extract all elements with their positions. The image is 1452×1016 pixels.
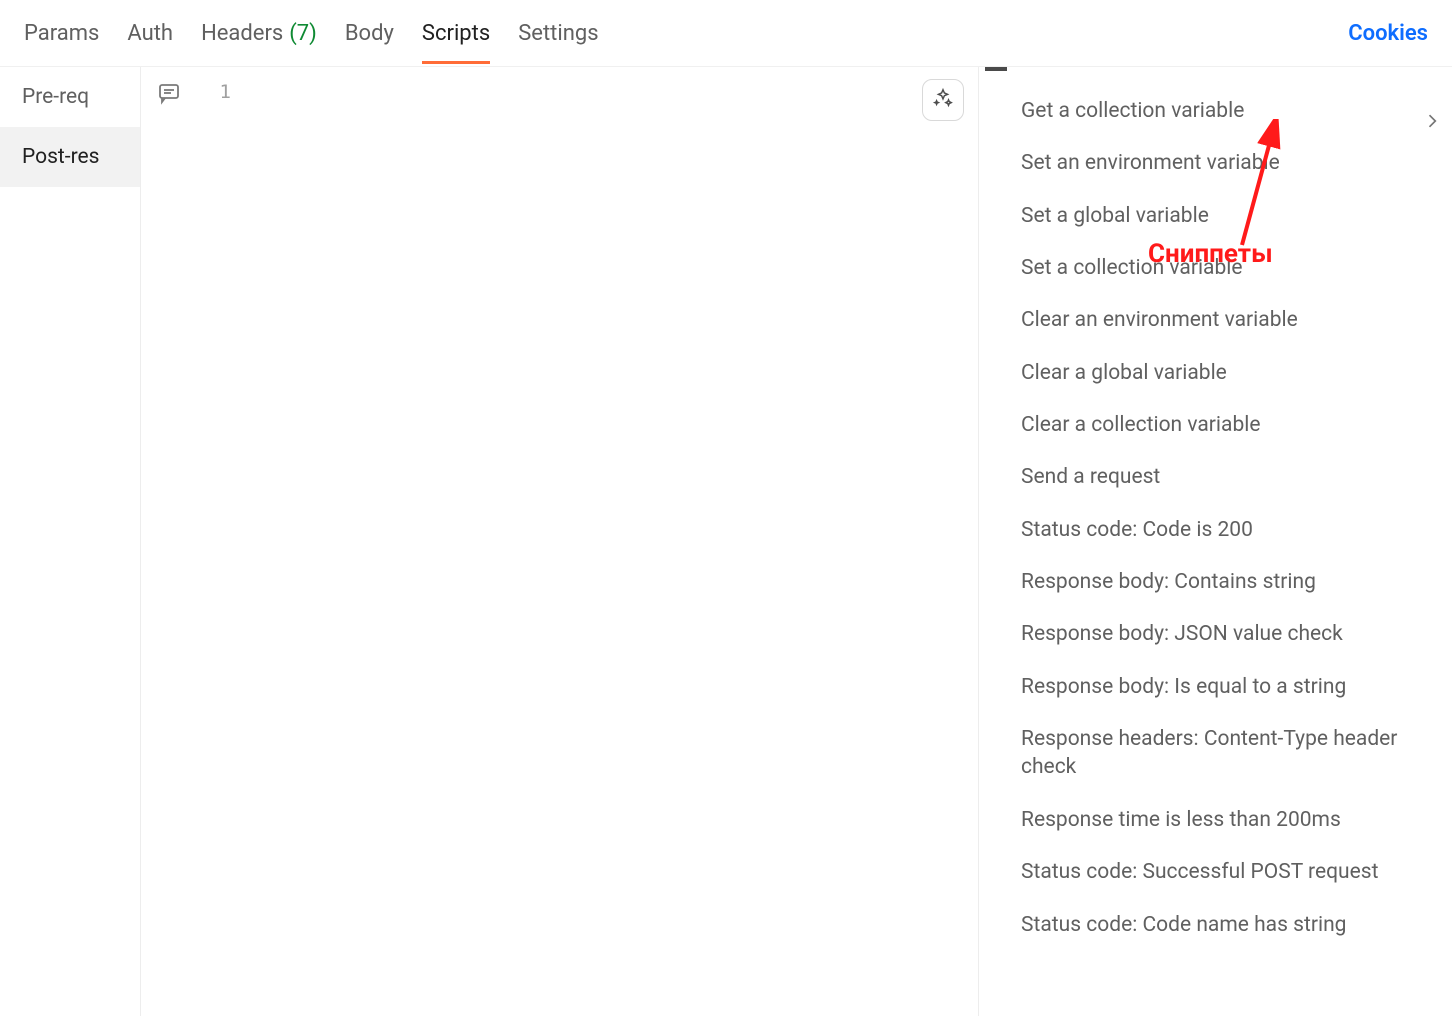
snippet-item[interactable]: Set a collection variable <box>1021 242 1418 294</box>
editor-gutter <box>141 67 197 1016</box>
tab-label: Headers <box>201 21 283 46</box>
code-editor[interactable] <box>231 67 978 1016</box>
scripts-body: Pre-req Post-res 1 <box>0 66 1452 1016</box>
snippet-item[interactable]: Send a request <box>1021 451 1418 503</box>
chevron-right-icon <box>1422 116 1442 135</box>
nav-label: Post-res <box>22 145 100 169</box>
snippet-item[interactable]: Status code: Code name has string <box>1021 899 1418 951</box>
script-editor-area: 1 <box>141 67 978 1016</box>
snippet-item[interactable]: Status code: Code is 200 <box>1021 504 1418 556</box>
snippet-item[interactable]: Response headers: Content-Type header ch… <box>1021 713 1418 794</box>
snippet-item[interactable]: Set an environment variable <box>1021 137 1418 189</box>
line-number-gutter: 1 <box>197 67 231 1016</box>
nav-pre-req[interactable]: Pre-req <box>0 67 140 127</box>
script-phase-nav: Pre-req Post-res <box>0 67 141 1016</box>
comment-icon[interactable] <box>157 81 181 105</box>
snippet-item[interactable]: Response body: JSON value check <box>1021 608 1418 660</box>
panel-top-handle[interactable] <box>985 67 1007 71</box>
tab-headers-count: (7) <box>289 21 317 46</box>
tab-params[interactable]: Params <box>24 3 99 64</box>
sparkle-icon <box>932 87 954 113</box>
tab-label: Body <box>345 21 394 46</box>
tab-label: Auth <box>127 21 173 46</box>
snippet-item[interactable]: Clear a collection variable <box>1021 399 1418 451</box>
cookies-label: Cookies <box>1348 21 1428 46</box>
snippet-item[interactable]: Get a collection variable <box>1021 85 1418 137</box>
tab-scripts[interactable]: Scripts <box>422 3 490 64</box>
ai-assist-button[interactable] <box>922 79 964 121</box>
cookies-link[interactable]: Cookies <box>1348 21 1428 46</box>
snippet-list[interactable]: Get a collection variableSet an environm… <box>979 67 1452 1016</box>
tab-body[interactable]: Body <box>345 3 394 64</box>
request-tabs: Params Auth Headers (7) Body Scripts Set… <box>0 0 1452 66</box>
nav-label: Pre-req <box>22 85 89 109</box>
tab-headers[interactable]: Headers (7) <box>201 3 317 64</box>
nav-post-res[interactable]: Post-res <box>0 127 140 187</box>
snippet-item[interactable]: Clear an environment variable <box>1021 294 1418 346</box>
tab-auth[interactable]: Auth <box>127 3 173 64</box>
tab-label: Scripts <box>422 21 490 46</box>
snippet-item[interactable]: Response body: Contains string <box>1021 556 1418 608</box>
tab-label: Params <box>24 21 99 46</box>
tab-settings[interactable]: Settings <box>518 3 598 64</box>
snippets-panel: Get a collection variableSet an environm… <box>978 67 1452 1016</box>
collapse-snippets-button[interactable] <box>1422 111 1442 131</box>
snippet-item[interactable]: Clear a global variable <box>1021 347 1418 399</box>
snippet-item[interactable]: Set a global variable <box>1021 190 1418 242</box>
line-number: 1 <box>197 81 231 103</box>
tab-label: Settings <box>518 21 598 46</box>
snippet-item[interactable]: Response time is less than 200ms <box>1021 794 1418 846</box>
snippet-item[interactable]: Response body: Is equal to a string <box>1021 661 1418 713</box>
panel-resize-handle[interactable] <box>978 67 981 1016</box>
snippet-item[interactable]: Status code: Successful POST request <box>1021 846 1418 898</box>
